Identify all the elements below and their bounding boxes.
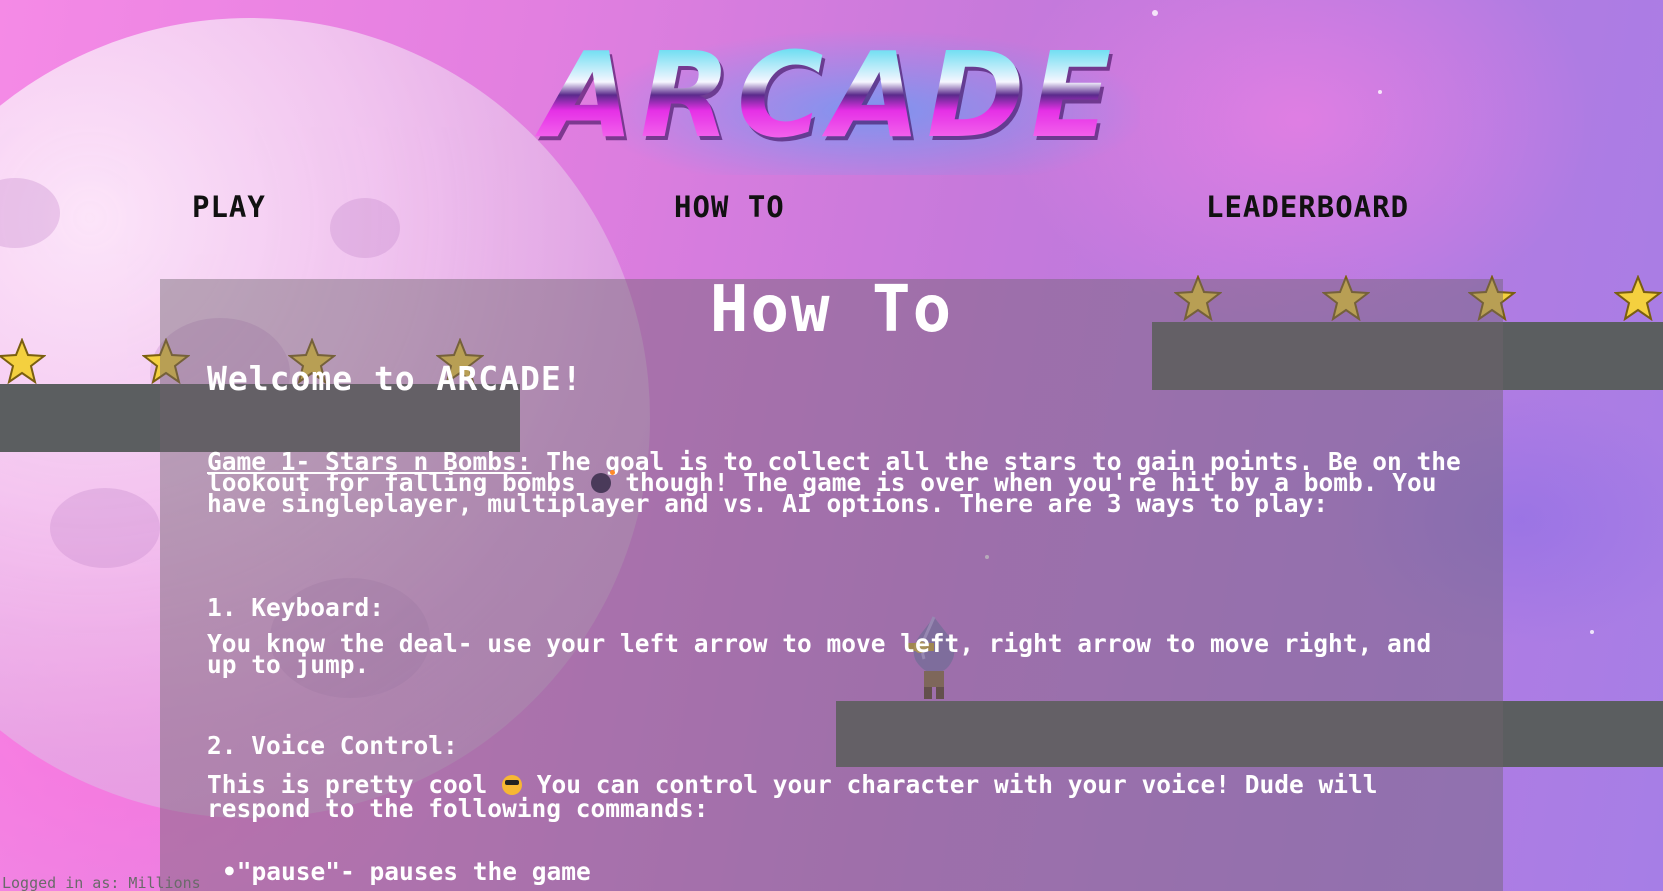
sparkle: [1590, 630, 1594, 634]
command-list: •"pause"- pauses the game: [222, 857, 1482, 886]
sparkle: [1378, 90, 1382, 94]
sparkle: [1152, 10, 1158, 16]
nav-howto-link[interactable]: HOW TO: [674, 190, 785, 224]
bomb-icon: [590, 470, 615, 493]
howto-panel[interactable]: How To Welcome to ARCADE! Game 1- Stars …: [160, 279, 1503, 891]
cool-face-icon: [502, 775, 523, 795]
panel-title: How To: [709, 279, 954, 347]
nav-play-link[interactable]: PLAY: [192, 190, 266, 224]
welcome-heading: Welcome to ARCADE!: [207, 359, 583, 398]
star-icon: [0, 338, 46, 384]
voice-text: This is pretty cool You can control your…: [207, 772, 1467, 821]
keyboard-text: You know the deal- use your left arrow t…: [207, 629, 1447, 679]
arcade-logo: ARCADE: [420, 30, 1240, 160]
star-icon: [1614, 275, 1662, 321]
game1-description: Game 1- Stars n Bombs: The goal is to co…: [207, 449, 1467, 516]
nav-leaderboard-link[interactable]: LEADERBOARD: [1206, 190, 1409, 224]
list-bullet-icon: •: [222, 857, 237, 886]
voice-heading: 2. Voice Control:: [207, 731, 458, 760]
command-item: "pause"- pauses the game: [236, 857, 591, 886]
arcade-page: ARCADE PLAY HOW TO LEADERBOARD How To We…: [0, 0, 1663, 891]
logged-in-status: Logged in as: Millions: [2, 874, 201, 891]
keyboard-heading: 1. Keyboard:: [207, 593, 385, 622]
